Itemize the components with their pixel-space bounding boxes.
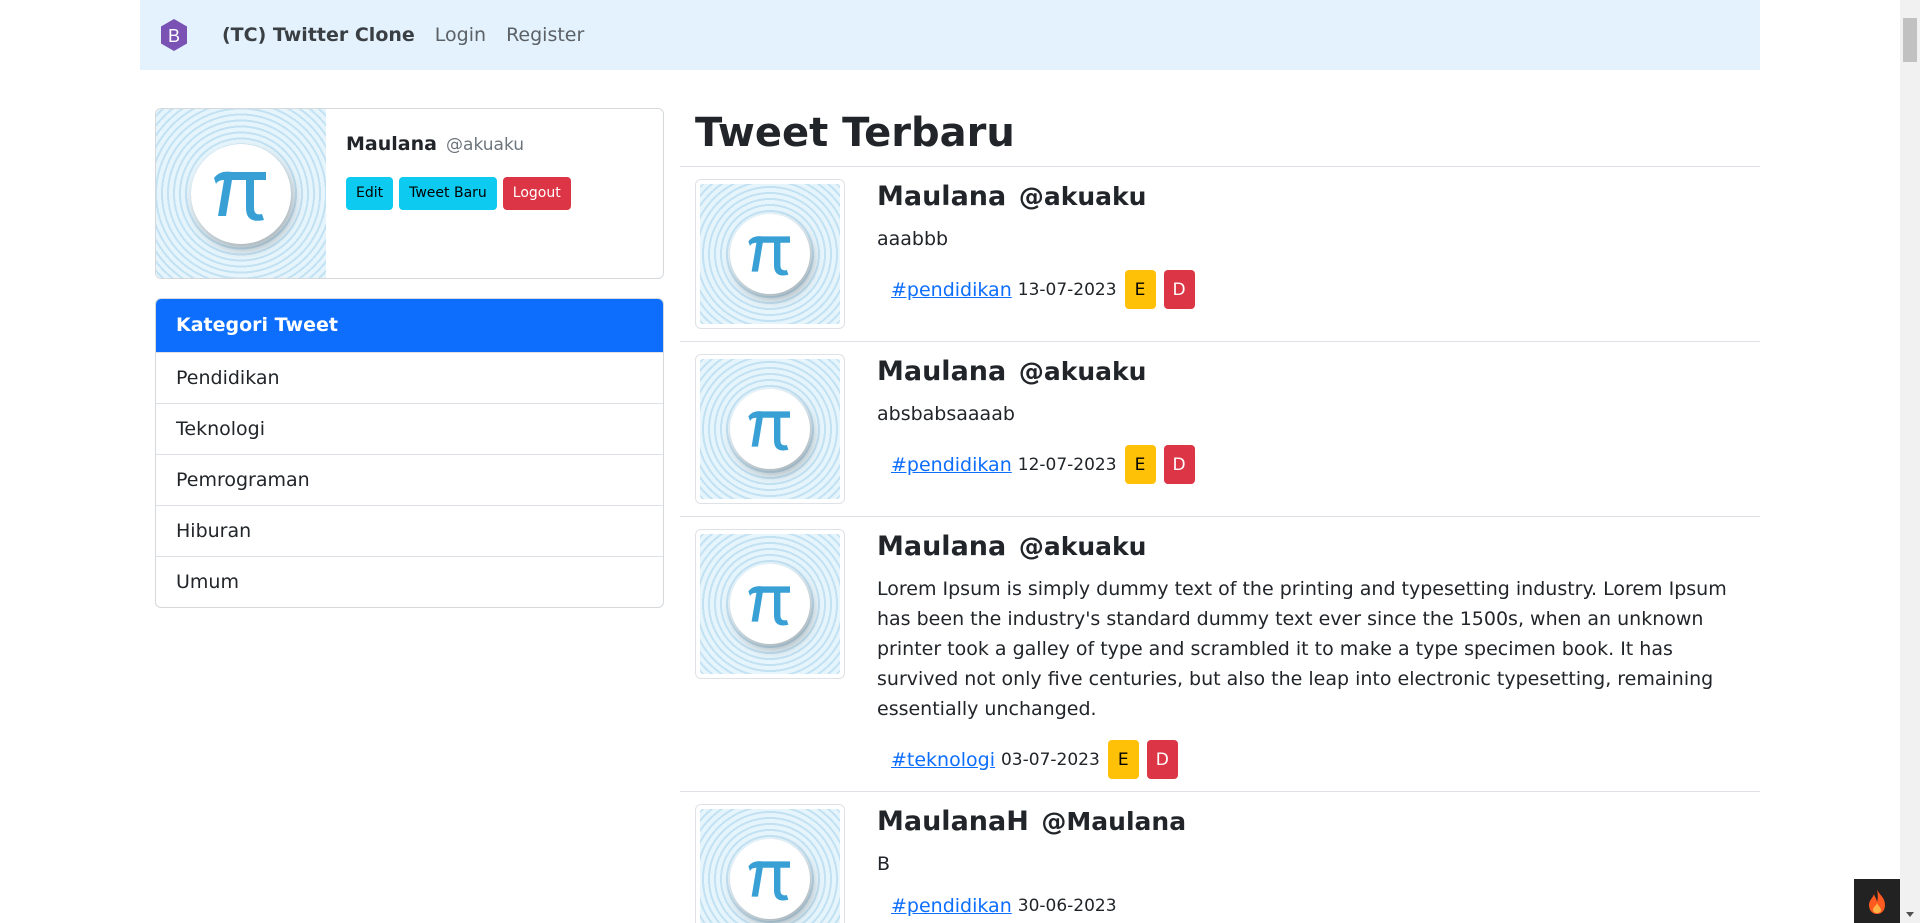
profile-actions: Edit Tweet Baru Logout xyxy=(346,177,571,210)
tweet-hashtag-link[interactable]: #pendidikan xyxy=(891,279,1012,301)
tweet-date: 30-06-2023 xyxy=(1017,896,1117,916)
tweet-date: 13-07-2023 xyxy=(1017,279,1117,300)
tweet-avatar xyxy=(695,354,845,504)
tweet-text: aaabbb xyxy=(877,228,949,250)
tweet-item: Maulana @akuaku Lorem Ipsum is simply du… xyxy=(680,516,1760,791)
tweet-avatar xyxy=(695,804,845,923)
pi-icon xyxy=(748,411,790,451)
tweet-edit-button[interactable]: E xyxy=(1124,445,1156,484)
pi-icon xyxy=(214,171,266,221)
tweet-item: Maulana @akuaku aaabbb #pendidikan 13-07… xyxy=(680,166,1760,341)
tweet-body: Maulana @akuaku absbabsaaaab #pendidikan… xyxy=(877,354,1745,504)
tweet-hashtag-link[interactable]: #teknologi xyxy=(891,749,995,771)
nav-login-link[interactable]: Login xyxy=(435,24,486,46)
tweet-text: absbabsaaaab xyxy=(877,403,1015,425)
svg-text:B: B xyxy=(168,26,180,46)
page-scrollbar[interactable] xyxy=(1900,0,1920,923)
tweet-avatar xyxy=(695,179,845,329)
tweet-meta: #pendidikan 12-07-2023 E D xyxy=(877,445,1745,484)
tweet-text: B xyxy=(877,853,891,875)
tweet-item: MaulanaH @Maulana B #pendidikan 30-06-20… xyxy=(680,791,1760,923)
tweet-avatar-image xyxy=(700,359,840,499)
pi-avatar-circle xyxy=(730,839,810,919)
tweet-item: Maulana @akuaku absbabsaaaab #pendidikan… xyxy=(680,341,1760,516)
pi-icon xyxy=(748,236,790,276)
category-item-umum[interactable]: Umum xyxy=(156,556,663,607)
tweet-feed: Tweet Terbaru Maulana @akuaku aaabbb #pe… xyxy=(680,108,1760,923)
pi-avatar-circle xyxy=(730,564,810,644)
category-list: Kategori Tweet Pendidikan Teknologi Pemr… xyxy=(155,298,664,608)
tweet-author-handle: @Maulana xyxy=(1041,807,1187,836)
tweet-body: MaulanaH @Maulana B #pendidikan 30-06-20… xyxy=(877,804,1745,923)
category-item-teknologi[interactable]: Teknologi xyxy=(156,403,663,454)
pi-avatar-circle xyxy=(191,143,291,244)
tweet-hashtag-link[interactable]: #pendidikan xyxy=(891,454,1012,476)
bootstrap-logo-icon[interactable]: B xyxy=(156,17,192,53)
tweet-delete-button[interactable]: D xyxy=(1146,740,1178,779)
page-container: B (TC) Twitter Clone Login Register Maul… xyxy=(140,0,1760,923)
tweet-hashtag-link[interactable]: #pendidikan xyxy=(891,895,1012,917)
tweet-edit-button[interactable]: E xyxy=(1107,740,1139,779)
logout-button[interactable]: Logout xyxy=(502,177,571,210)
pi-avatar-circle xyxy=(730,389,810,469)
tweet-author-handle: @akuaku xyxy=(1018,182,1147,211)
tweet-date: 12-07-2023 xyxy=(1017,454,1117,475)
tweet-avatar-image xyxy=(700,809,840,923)
flame-icon[interactable] xyxy=(1854,879,1900,923)
tweet-body: Maulana @akuaku Lorem Ipsum is simply du… xyxy=(877,529,1745,779)
profile-avatar xyxy=(156,109,326,278)
pi-avatar-circle xyxy=(730,214,810,294)
tweet-meta: #teknologi 03-07-2023 E D xyxy=(877,740,1745,779)
profile-card: Maulana @akuaku Edit Tweet Baru Logout xyxy=(155,108,664,279)
tweet-date: 03-07-2023 xyxy=(1000,749,1100,770)
nav-register-link[interactable]: Register xyxy=(506,24,584,46)
new-tweet-button[interactable]: Tweet Baru xyxy=(399,177,497,210)
feed-title: Tweet Terbaru xyxy=(695,110,1015,156)
pi-icon xyxy=(748,861,790,901)
tweet-avatar xyxy=(695,529,845,679)
category-item-pemrograman[interactable]: Pemrograman xyxy=(156,454,663,505)
navbar: B (TC) Twitter Clone Login Register xyxy=(140,0,1760,70)
tweet-author-name: MaulanaH xyxy=(877,806,1029,837)
tweet-meta: #pendidikan 13-07-2023 E D xyxy=(877,270,1745,309)
tweet-text: Lorem Ipsum is simply dummy text of the … xyxy=(877,578,1727,720)
tweet-body: Maulana @akuaku aaabbb #pendidikan 13-07… xyxy=(877,179,1745,329)
profile-name: Maulana xyxy=(346,133,437,155)
tweet-delete-button[interactable]: D xyxy=(1163,270,1195,309)
tweet-author-name: Maulana xyxy=(877,531,1007,562)
category-item-pendidikan[interactable]: Pendidikan xyxy=(156,352,663,403)
scroll-thumb[interactable] xyxy=(1903,18,1917,62)
scroll-down-arrow-icon[interactable] xyxy=(1906,912,1914,917)
profile-info: Maulana @akuaku Edit Tweet Baru Logout xyxy=(326,109,591,278)
tweet-author-name: Maulana xyxy=(877,181,1007,212)
category-item-hiburan[interactable]: Hiburan xyxy=(156,505,663,556)
tweet-author-handle: @akuaku xyxy=(1018,357,1147,386)
category-header: Kategori Tweet xyxy=(156,299,663,352)
tweet-author-name: Maulana xyxy=(877,356,1007,387)
edit-profile-button[interactable]: Edit xyxy=(346,177,394,210)
tweet-avatar-image xyxy=(700,534,840,674)
tweet-avatar-image xyxy=(700,184,840,324)
brand-link[interactable]: (TC) Twitter Clone xyxy=(222,24,415,46)
tweet-delete-button[interactable]: D xyxy=(1163,445,1195,484)
tweet-edit-button[interactable]: E xyxy=(1124,270,1156,309)
pi-icon xyxy=(748,586,790,626)
tweet-meta: #pendidikan 30-06-2023 xyxy=(877,895,1745,917)
profile-handle: @akuaku xyxy=(446,135,525,155)
tweet-author-handle: @akuaku xyxy=(1018,532,1147,561)
